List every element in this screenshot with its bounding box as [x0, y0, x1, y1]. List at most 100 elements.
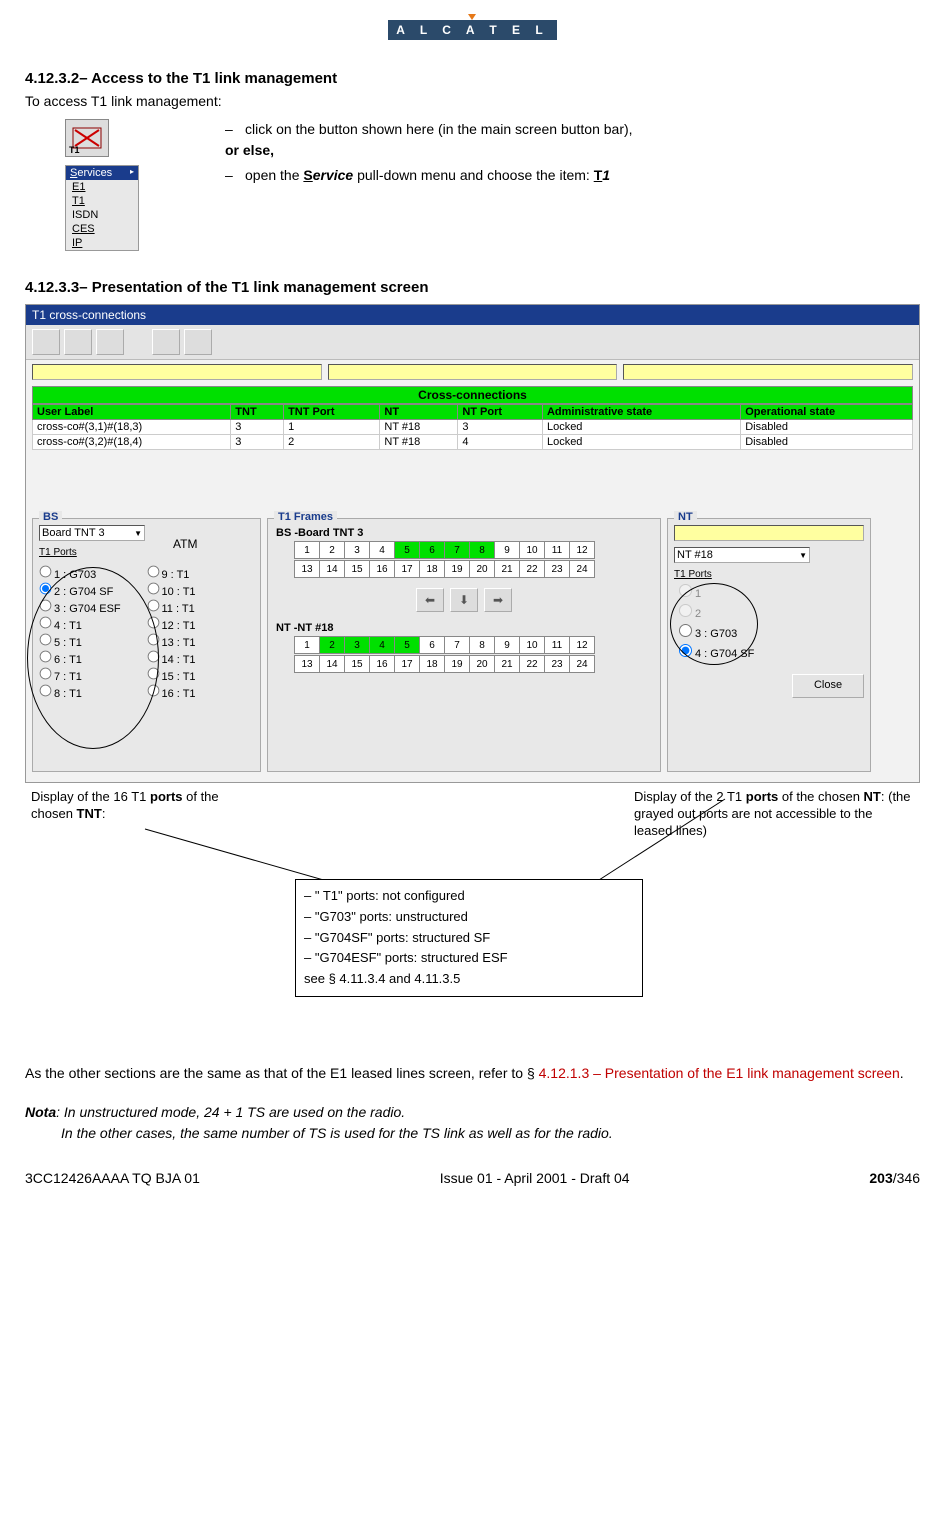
timeslot-cell[interactable]: 12: [569, 541, 595, 559]
timeslot-cell[interactable]: 4: [369, 541, 395, 559]
timeslot-cell[interactable]: 5: [394, 541, 420, 559]
bs-port-radio[interactable]: 8 : T1: [39, 684, 147, 700]
timeslot-cell[interactable]: 21: [494, 560, 520, 578]
menu-item-e1[interactable]: E1: [66, 180, 138, 194]
bs-port-radio[interactable]: 12 : T1: [147, 616, 255, 632]
footer-page: 203/346: [869, 1170, 920, 1186]
bs-port-radio[interactable]: 2 : G704 SF: [39, 582, 147, 598]
timeslot-cell[interactable]: 9: [494, 541, 520, 559]
nt-port-radio[interactable]: 2: [674, 601, 864, 620]
timeslot-cell[interactable]: 16: [369, 560, 395, 578]
bs-port-radios: 1 : G7032 : G704 SF3 : G704 ESF4 : T15 :…: [39, 564, 254, 701]
timeslot-cell[interactable]: 18: [419, 560, 445, 578]
timeslot-cell[interactable]: 20: [469, 560, 495, 578]
bs-port-radio[interactable]: 7 : T1: [39, 667, 147, 683]
bs-port-radio[interactable]: 13 : T1: [147, 633, 255, 649]
timeslot-cell[interactable]: 6: [419, 636, 445, 654]
close-button[interactable]: Close: [792, 674, 864, 698]
timeslot-cell[interactable]: 24: [569, 560, 595, 578]
timeslot-cell[interactable]: 19: [444, 655, 470, 673]
timeslot-cell[interactable]: 11: [544, 541, 570, 559]
bs-port-radio[interactable]: 10 : T1: [147, 582, 255, 598]
timeslot-cell[interactable]: 1: [294, 541, 320, 559]
timeslot-cell[interactable]: 24: [569, 655, 595, 673]
timeslot-cell[interactable]: 3: [344, 636, 370, 654]
timeslot-cell[interactable]: 18: [419, 655, 445, 673]
col-nt: NT: [380, 405, 458, 420]
arrow-down-button[interactable]: ⬇: [450, 588, 478, 612]
nt-port-radio[interactable]: 4 : G704 SF: [674, 641, 864, 660]
timeslot-cell[interactable]: 17: [394, 655, 420, 673]
nt-port-radio[interactable]: 3 : G703: [674, 621, 864, 640]
col-nt-port: NT Port: [458, 405, 543, 420]
timeslot-cell[interactable]: 23: [544, 560, 570, 578]
or-else: or else,: [225, 142, 274, 158]
menu-item-ip[interactable]: IP: [66, 236, 138, 250]
menu-item-t1[interactable]: T1: [66, 194, 138, 208]
timeslot-cell[interactable]: 13: [294, 655, 320, 673]
timeslot-cell[interactable]: 23: [544, 655, 570, 673]
timeslot-cell[interactable]: 14: [319, 655, 345, 673]
nt-port-radio[interactable]: 1: [674, 581, 864, 600]
timeslot-cell[interactable]: 22: [519, 560, 545, 578]
nt-panel: NT NT #18▼ T1 Ports 123 : G7034 : G704 S…: [667, 518, 871, 772]
toolbar-btn-2[interactable]: [64, 329, 92, 355]
bs-port-radio[interactable]: 4 : T1: [39, 616, 147, 632]
t1-toolbar-button[interactable]: T1: [65, 119, 109, 157]
toolbar-btn-1[interactable]: [32, 329, 60, 355]
timeslot-cell[interactable]: 5: [394, 636, 420, 654]
timeslot-cell[interactable]: 2: [319, 636, 345, 654]
bs-port-radio[interactable]: 6 : T1: [39, 650, 147, 666]
toolbar-btn-5[interactable]: [184, 329, 212, 355]
menu-item-ces[interactable]: CES: [66, 222, 138, 236]
timeslot-cell[interactable]: 7: [444, 541, 470, 559]
timeslot-cell[interactable]: 2: [319, 541, 345, 559]
timeslot-cell[interactable]: 20: [469, 655, 495, 673]
table-row[interactable]: cross-co#(3,1)#(18,3)31NT #183LockedDisa…: [33, 420, 913, 435]
timeslot-cell[interactable]: 1: [294, 636, 320, 654]
menu-item-isdn[interactable]: ISDN: [66, 208, 138, 222]
frame-bs-title: BS -Board TNT 3: [276, 527, 654, 539]
timeslot-cell[interactable]: 10: [519, 541, 545, 559]
timeslot-cell[interactable]: 19: [444, 560, 470, 578]
bs-port-radio[interactable]: 5 : T1: [39, 633, 147, 649]
bs-port-radio[interactable]: 16 : T1: [147, 684, 255, 700]
bs-port-radio[interactable]: 3 : G704 ESF: [39, 599, 147, 615]
timeslot-cell[interactable]: 22: [519, 655, 545, 673]
arrow-left-button[interactable]: ⬅: [416, 588, 444, 612]
bs-port-radio[interactable]: 14 : T1: [147, 650, 255, 666]
timeslot-cell[interactable]: 15: [344, 655, 370, 673]
timeslot-cell[interactable]: 8: [469, 541, 495, 559]
timeslot-cell[interactable]: 17: [394, 560, 420, 578]
timeslot-cell[interactable]: 21: [494, 655, 520, 673]
timeslot-cell[interactable]: 7: [444, 636, 470, 654]
bs-port-radio[interactable]: 15 : T1: [147, 667, 255, 683]
nt-dropdown[interactable]: NT #18▼: [674, 547, 810, 563]
t1-ports-label: T1 Ports: [39, 547, 254, 558]
callout-right: Display of the 2 T1 ports of the chosen …: [634, 789, 914, 840]
bs-port-radio[interactable]: 9 : T1: [147, 565, 255, 581]
timeslot-cell[interactable]: 16: [369, 655, 395, 673]
heading-4-12-3-2: 4.12.3.2– Access to the T1 link manageme…: [25, 70, 920, 87]
arrow-right-button[interactable]: ➡: [484, 588, 512, 612]
timeslot-cell[interactable]: 9: [494, 636, 520, 654]
toolbar-btn-4[interactable]: [152, 329, 180, 355]
timeslot-cell[interactable]: 11: [544, 636, 570, 654]
toolbar-btn-3[interactable]: [96, 329, 124, 355]
timeslot-cell[interactable]: 15: [344, 560, 370, 578]
bs-board-dropdown[interactable]: Board TNT 3▼: [39, 525, 145, 541]
timeslot-cell[interactable]: 8: [469, 636, 495, 654]
timeslot-cell[interactable]: 10: [519, 636, 545, 654]
timeslot-cell[interactable]: 4: [369, 636, 395, 654]
timeslot-cell[interactable]: 6: [419, 541, 445, 559]
timeslot-cell[interactable]: 13: [294, 560, 320, 578]
services-menu[interactable]: Services▸ E1 T1 ISDN CES IP: [65, 165, 139, 251]
timeslot-cell[interactable]: 14: [319, 560, 345, 578]
bs-port-radio[interactable]: 1 : G703: [39, 565, 147, 581]
table-row[interactable]: cross-co#(3,2)#(18,4)32NT #184LockedDisa…: [33, 435, 913, 450]
bs-port-radio[interactable]: 11 : T1: [147, 599, 255, 615]
timeslot-cell[interactable]: 12: [569, 636, 595, 654]
col-oper-state: Operational state: [741, 405, 913, 420]
t1-button-label: T1: [69, 145, 80, 155]
timeslot-cell[interactable]: 3: [344, 541, 370, 559]
